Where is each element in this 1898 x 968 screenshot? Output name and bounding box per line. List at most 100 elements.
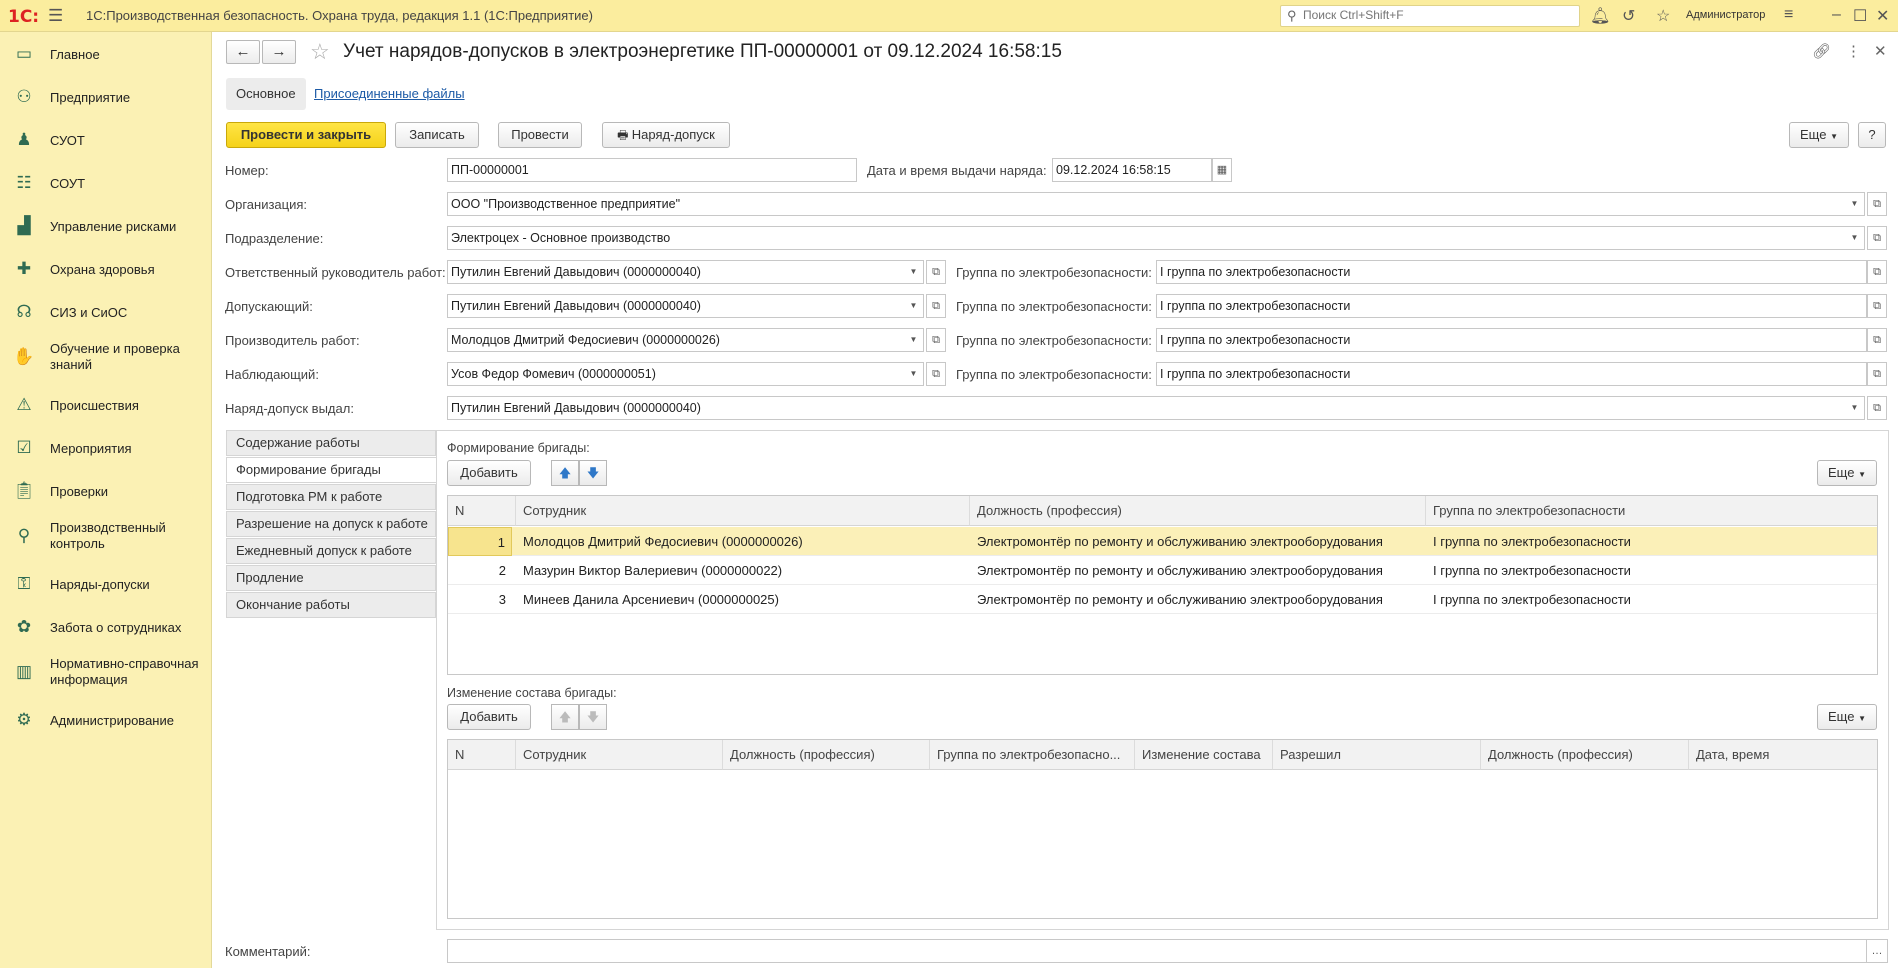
save-button[interactable]: Записать [395, 122, 479, 148]
observer-field[interactable]: Усов Федор Фомевич (0000000051) [447, 362, 905, 386]
maximize-icon[interactable]: ☐ [1853, 6, 1867, 26]
issued-by-open-icon[interactable]: ⧉ [1867, 396, 1887, 420]
column-header[interactable]: Группа по электробезопасности [1426, 496, 1877, 526]
vtab-extension[interactable]: Продление [226, 565, 436, 591]
sidebar-item-risks[interactable]: ▟ Управление рисками [0, 208, 212, 244]
sidebar-item-inspections[interactable]: 📋︎ Проверки [0, 473, 212, 509]
more-vertical-icon[interactable]: ⋮ [1846, 42, 1861, 60]
column-header[interactable]: Сотрудник [516, 740, 723, 770]
table-row[interactable]: 1 Молодцов Дмитрий Федосиевич (000000002… [448, 527, 1877, 556]
bell-icon[interactable]: 🔔︎ [1590, 6, 1610, 26]
search-box[interactable]: ⚲ [1280, 5, 1580, 27]
column-header[interactable]: Должность (профессия) [1481, 740, 1689, 770]
column-header[interactable]: Изменение состава [1135, 740, 1273, 770]
back-button[interactable]: ← [226, 40, 260, 64]
star-icon[interactable]: ☆ [1656, 6, 1670, 26]
date-field[interactable]: 09.12.2024 16:58:15 [1052, 158, 1212, 182]
calendar-icon[interactable]: ▦ [1212, 158, 1232, 182]
sidebar-item-main[interactable]: ▭ Главное [0, 36, 212, 72]
table-row[interactable]: 3 Минеев Данила Арсениевич (0000000025) … [448, 585, 1877, 614]
column-header[interactable]: N [448, 740, 516, 770]
settings-lines-icon[interactable]: ≡ [1784, 6, 1793, 24]
changes-add-button[interactable]: Добавить [447, 704, 531, 730]
search-input[interactable] [1303, 8, 1573, 22]
column-header[interactable]: Дата, время [1689, 740, 1877, 770]
dept-dropdown-icon[interactable]: ▼ [1845, 226, 1865, 250]
vtab-daily-admission[interactable]: Ежедневный допуск к работе [226, 538, 436, 564]
responsible-dropdown-icon[interactable]: ▼ [904, 260, 924, 284]
vtab-work-end[interactable]: Окончание работы [226, 592, 436, 618]
work-producer-group-field[interactable]: I группа по электробезопасности [1156, 328, 1867, 352]
sidebar-item-suot[interactable]: ♟ СУОТ [0, 122, 212, 158]
sidebar-item-admin[interactable]: ⚙ Администрирование [0, 702, 212, 738]
sidebar-item-activities[interactable]: ☑ Мероприятия [0, 430, 212, 466]
close-icon[interactable]: ✕ [1876, 6, 1889, 26]
work-producer-group-open-icon[interactable]: ⧉ [1867, 328, 1887, 352]
observer-group-open-icon[interactable]: ⧉ [1867, 362, 1887, 386]
comment-expand-icon[interactable]: … [1866, 939, 1888, 963]
sidebar-item-care[interactable]: ✿ Забота о сотрудниках [0, 609, 212, 645]
more-button[interactable]: Еще ▼ [1789, 122, 1849, 148]
vtab-work-content[interactable]: Содержание работы [226, 430, 436, 456]
history-icon[interactable]: ↺ [1622, 6, 1635, 26]
changes-more-button[interactable]: Еще ▼ [1817, 704, 1877, 730]
org-dropdown-icon[interactable]: ▼ [1845, 192, 1865, 216]
sidebar-item-incidents[interactable]: ⚠ Происшествия [0, 387, 212, 423]
column-header[interactable]: Должность (профессия) [970, 496, 1426, 526]
observer-group-field[interactable]: I группа по электробезопасности [1156, 362, 1867, 386]
link-icon[interactable]: 🔗︎ [1812, 42, 1831, 60]
issued-by-field[interactable]: Путилин Евгений Давыдович (0000000040) [447, 396, 1855, 420]
responsible-group-field[interactable]: I группа по электробезопасности [1156, 260, 1867, 284]
sidebar-item-health[interactable]: ✚ Охрана здоровья [0, 251, 212, 287]
move-up-disabled-icon[interactable]: 🡅 [551, 704, 579, 730]
move-down-icon[interactable]: 🡇 [579, 460, 607, 486]
dept-open-icon[interactable]: ⧉ [1867, 226, 1887, 250]
post-button[interactable]: Провести [498, 122, 582, 148]
admitting-group-field[interactable]: I группа по электробезопасности [1156, 294, 1867, 318]
admitting-open-icon[interactable]: ⧉ [926, 294, 946, 318]
work-producer-field[interactable]: Молодцов Дмитрий Федосиевич (0000000026) [447, 328, 905, 352]
sidebar-item-siz[interactable]: ☊ СИЗ и СиОС [0, 294, 212, 330]
minimize-icon[interactable]: – [1832, 6, 1841, 24]
tab-attached-files[interactable]: Присоединенные файлы [304, 78, 475, 110]
column-header[interactable]: N [448, 496, 516, 526]
sidebar-item-sout[interactable]: ☷ СОУТ [0, 165, 212, 201]
move-down-disabled-icon[interactable]: 🡇 [579, 704, 607, 730]
vtab-admission-permission[interactable]: Разрешение на допуск к работе [226, 511, 436, 537]
brigade-more-button[interactable]: Еще ▼ [1817, 460, 1877, 486]
table-row[interactable]: 2 Мазурин Виктор Валериевич (0000000022)… [448, 556, 1877, 585]
comment-field[interactable] [447, 939, 1869, 963]
favorite-star-icon[interactable]: ☆ [310, 39, 330, 65]
admitting-group-open-icon[interactable]: ⧉ [1867, 294, 1887, 318]
observer-dropdown-icon[interactable]: ▼ [904, 362, 924, 386]
vtab-workplace-prep[interactable]: Подготовка РМ к работе [226, 484, 436, 510]
observer-open-icon[interactable]: ⧉ [926, 362, 946, 386]
help-button[interactable]: ? [1858, 122, 1886, 148]
org-open-icon[interactable]: ⧉ [1867, 192, 1887, 216]
responsible-group-open-icon[interactable]: ⧉ [1867, 260, 1887, 284]
vtab-brigade[interactable]: Формирование бригады [226, 457, 436, 483]
admitting-dropdown-icon[interactable]: ▼ [904, 294, 924, 318]
sidebar-item-permits[interactable]: ⚿ Наряды-допуски [0, 566, 212, 602]
column-header[interactable]: Должность (профессия) [723, 740, 930, 770]
admitting-field[interactable]: Путилин Евгений Давыдович (0000000040) [447, 294, 905, 318]
work-producer-open-icon[interactable]: ⧉ [926, 328, 946, 352]
column-header[interactable]: Разрешил [1273, 740, 1481, 770]
responsible-field[interactable]: Путилин Евгений Давыдович (0000000040) [447, 260, 905, 284]
move-up-icon[interactable]: 🡅 [551, 460, 579, 486]
close-document-icon[interactable]: ✕ [1874, 42, 1887, 60]
column-header[interactable]: Сотрудник [516, 496, 970, 526]
number-field[interactable]: ПП-00000001 [447, 158, 857, 182]
tab-main[interactable]: Основное [226, 78, 306, 110]
brigade-add-button[interactable]: Добавить [447, 460, 531, 486]
column-header[interactable]: Группа по электробезопасно... [930, 740, 1135, 770]
work-producer-dropdown-icon[interactable]: ▼ [904, 328, 924, 352]
menu-icon[interactable]: ☰ [48, 6, 63, 26]
org-field[interactable]: ООО "Производственное предприятие" [447, 192, 1855, 216]
post-and-close-button[interactable]: Провести и закрыть [226, 122, 386, 148]
sidebar-item-training[interactable]: ✋ Обучение и проверка знаний [0, 337, 212, 377]
print-permit-button[interactable]: 🖶︎ Наряд-допуск [602, 122, 730, 148]
forward-button[interactable]: → [262, 40, 296, 64]
sidebar-item-enterprise[interactable]: ⚇ Предприятие [0, 79, 212, 115]
dept-field[interactable]: Электроцех - Основное производство [447, 226, 1855, 250]
